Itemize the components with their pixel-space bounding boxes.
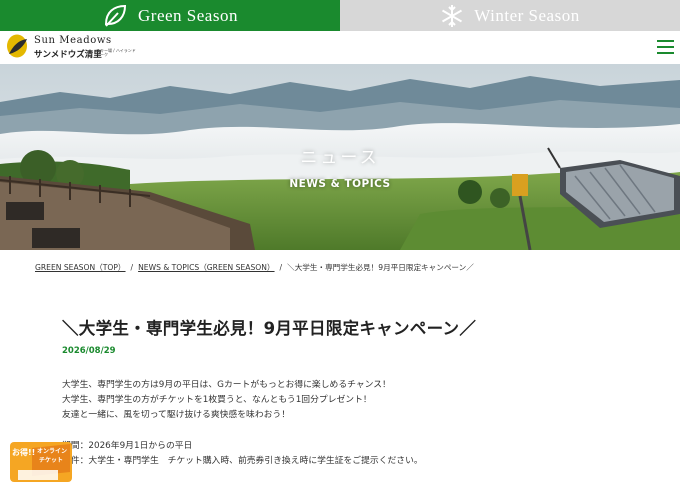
hero-banner: ニュース NEWS & TOPICS xyxy=(0,64,680,250)
badge-online-text: オンライン xyxy=(37,448,68,455)
menu-line xyxy=(657,52,674,54)
badge-ticket-text: チケット xyxy=(39,457,64,464)
logo-subtitle: スキー場 / ハイランドパーク xyxy=(96,48,136,57)
badge-deal-text: お得!! xyxy=(12,448,36,457)
leaf-icon xyxy=(105,4,127,27)
logo-japanese-name: サンメドウズ清里 xyxy=(34,50,102,60)
hero-title: ニュース xyxy=(300,148,380,168)
hamburger-menu-icon[interactable] xyxy=(657,40,674,54)
online-ticket-badge[interactable]: お得!! オンライン チケット xyxy=(10,442,72,482)
article-period: 期間：2026年9月1日からの平日 xyxy=(62,441,193,451)
site-logo[interactable]: Sun Meadows サンメドウズ清里 スキー場 / ハイランドパーク xyxy=(6,34,136,61)
breadcrumb-separator: / xyxy=(130,263,134,272)
article-conditions: 条件：大学生・専門学生 チケット購入時、前売券引き換え時に学生証をご提示ください… xyxy=(62,456,423,466)
breadcrumb-separator: / xyxy=(279,263,283,272)
sun-meadows-logo-icon xyxy=(7,34,27,58)
tab-winter-season-label: Winter Season xyxy=(474,5,580,25)
site-header: Sun Meadows サンメドウズ清里 スキー場 / ハイランドパーク xyxy=(0,31,680,64)
article-date: 2026/08/29 xyxy=(62,346,116,356)
breadcrumb-link-news-topics[interactable]: NEWS & TOPICS（GREEN SEASON） xyxy=(138,263,274,272)
tab-winter-season[interactable]: Winter Season xyxy=(340,0,680,31)
article-paragraph: 大学生、専門学生の方がチケットを1枚買うと、なんともう1回分プレゼント！ xyxy=(62,395,372,405)
menu-line xyxy=(657,40,674,42)
breadcrumb: GREEN SEASON（TOP） / NEWS & TOPICS（GREEN SE… xyxy=(35,262,474,273)
breadcrumb-link-green-season-top[interactable]: GREEN SEASON（TOP） xyxy=(35,263,126,272)
season-tabs: Green Season Winter Season xyxy=(0,0,680,31)
article-paragraph: 大学生、専門学生の方は9月の平日は、Gカートがもっとお得に楽しめるチャンス！ xyxy=(62,380,391,390)
hero-subtitle: NEWS & TOPICS xyxy=(289,178,391,190)
tab-green-season[interactable]: Green Season xyxy=(0,0,340,31)
article-title: ＼大学生・専門学生必見！9月平日限定キャンペーン／ xyxy=(62,319,477,338)
article-paragraph: 友達と一緒に、風を切って駆け抜ける爽快感を味わおう！ xyxy=(62,410,291,420)
menu-line xyxy=(657,46,674,48)
logo-english-name: Sun Meadows xyxy=(34,35,112,46)
tab-green-season-label: Green Season xyxy=(138,5,238,25)
breadcrumb-current: ＼大学生・専門学生必見！9月平日限定キャンペーン／ xyxy=(287,263,474,272)
snowflake-icon xyxy=(442,4,463,27)
